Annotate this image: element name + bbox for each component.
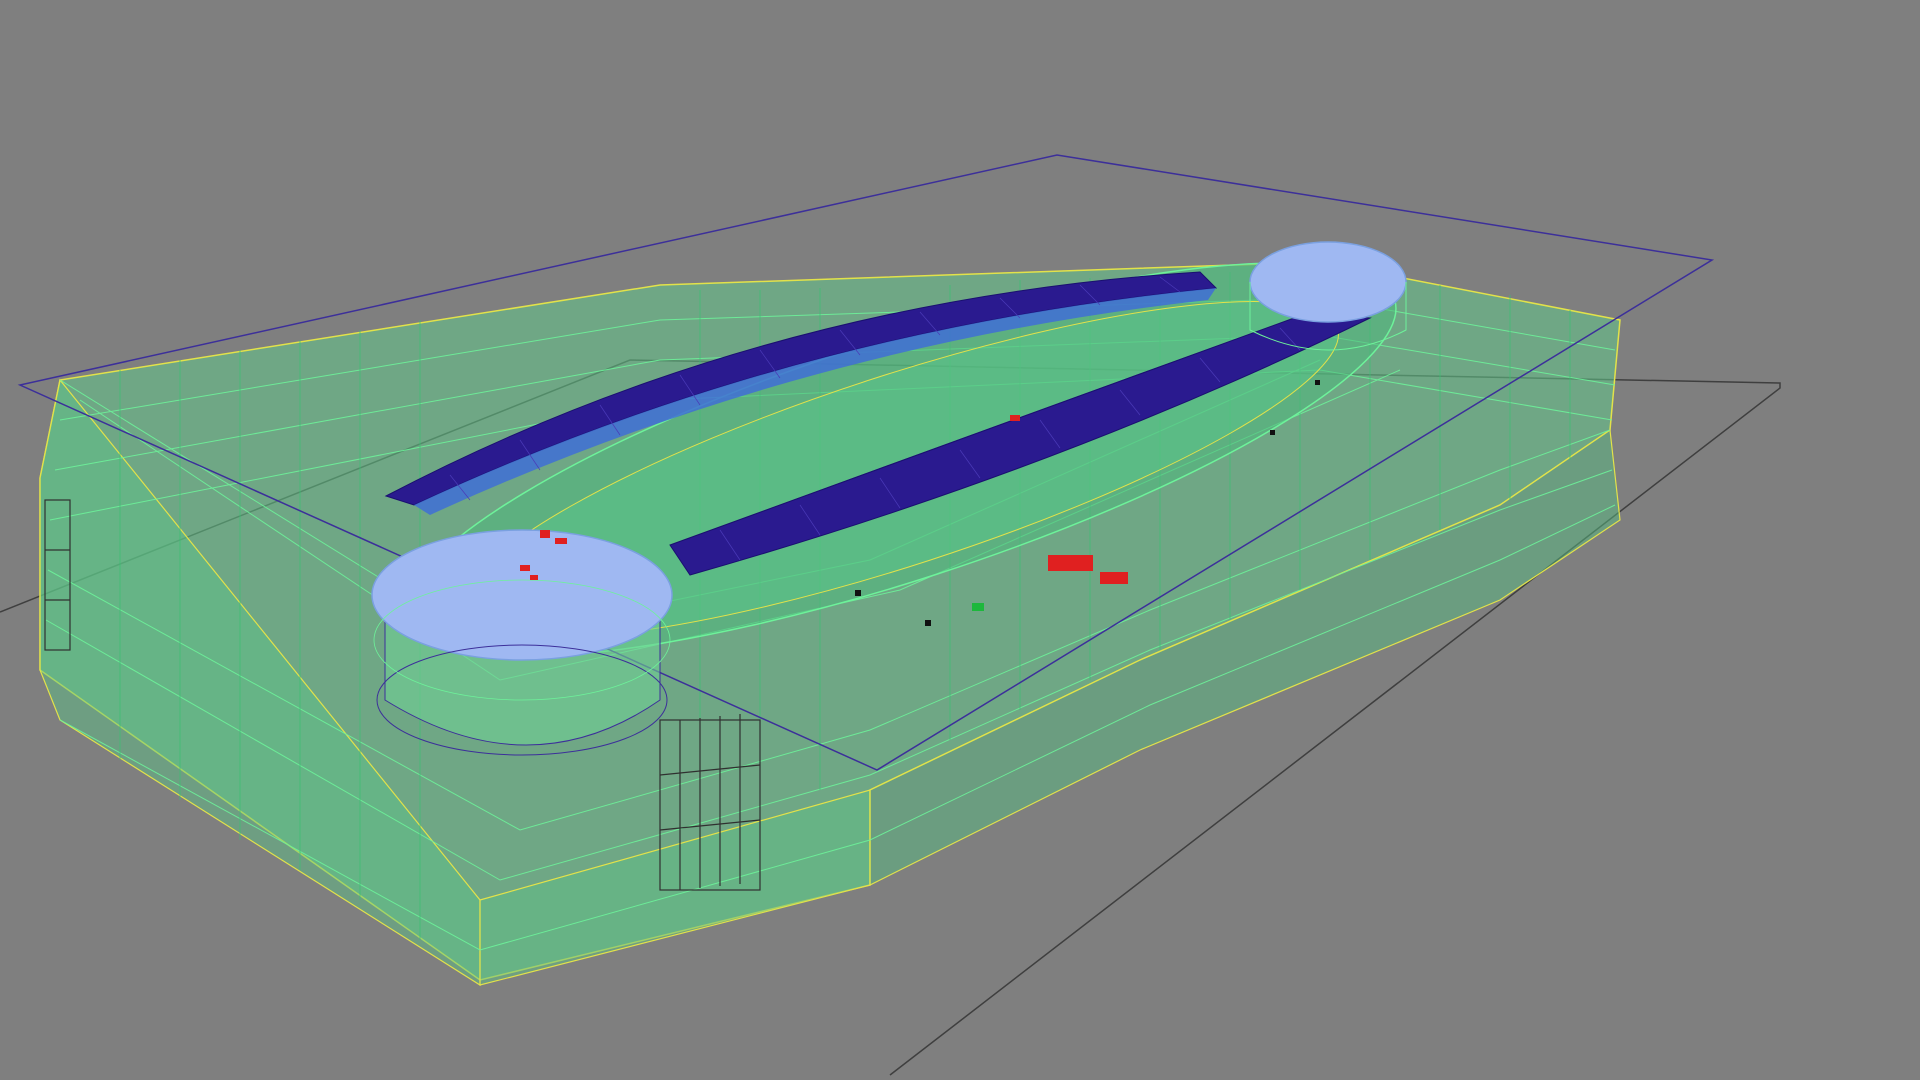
wireframe-scene[interactable] (0, 0, 1920, 1080)
3d-viewport[interactable] (0, 0, 1920, 1080)
